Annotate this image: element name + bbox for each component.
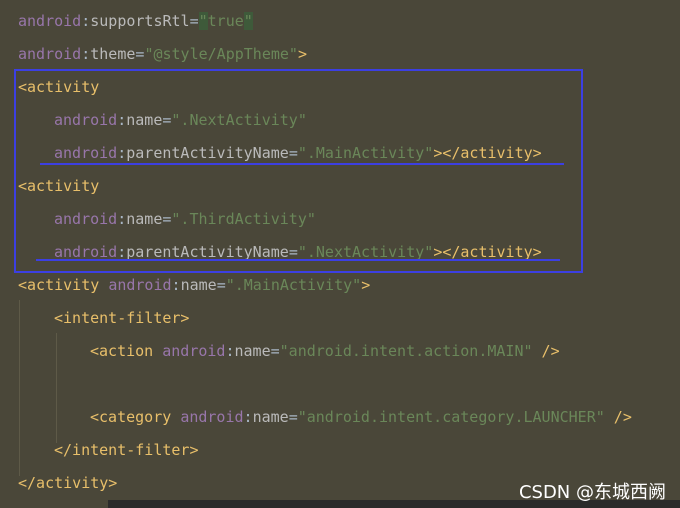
code-token: > [361, 276, 371, 294]
code-token: theme [90, 45, 136, 63]
code-token: android [180, 408, 244, 426]
code-line: android:supportsRtl="true" [18, 10, 253, 32]
code-line: </activity> [18, 472, 117, 494]
code-token: "android.intent.action.MAIN" [279, 342, 533, 360]
code-token: name [252, 408, 289, 426]
code-token: > [297, 45, 307, 63]
indent-guide [56, 333, 57, 443]
code-token: <intent-filter> [54, 309, 190, 327]
code-token: android [162, 342, 226, 360]
code-token: = [270, 342, 280, 360]
code-line: <action android:name="android.intent.act… [90, 340, 560, 362]
code-token: : [243, 408, 253, 426]
code-token: </activity> [18, 474, 118, 492]
code-token: = [216, 276, 226, 294]
code-token: ".MainActivity" [225, 276, 362, 294]
code-line: android:theme="@style/AppTheme"> [18, 43, 307, 65]
code-token: name [180, 276, 217, 294]
annotation-box [14, 69, 583, 273]
code-line: <intent-filter> [54, 307, 189, 329]
code-token: <action [90, 342, 163, 360]
code-token: <activity [18, 276, 109, 294]
code-token: "@style/AppTheme" [144, 45, 298, 63]
code-token: supportsRtl [90, 12, 190, 30]
code-token: android [18, 12, 82, 30]
watermark: CSDN @东城西阙 [518, 482, 666, 503]
code-token: : [81, 12, 91, 30]
code-token: " [198, 12, 208, 30]
annotation-underline [36, 259, 560, 261]
code-line: <activity android:name=".MainActivity"> [18, 274, 370, 296]
annotation-underline [40, 163, 564, 165]
code-token: : [171, 276, 181, 294]
code-line: </intent-filter> [54, 439, 199, 461]
indent-guide [19, 300, 20, 476]
code-token: android [108, 276, 172, 294]
code-token: : [81, 45, 91, 63]
code-token: = [288, 408, 298, 426]
code-token: </intent-filter> [54, 441, 199, 459]
code-token: <category [90, 408, 181, 426]
code-line: <category android:name="android.intent.c… [90, 406, 632, 428]
code-token: = [189, 12, 199, 30]
code-token: " [243, 12, 253, 30]
code-token: name [234, 342, 271, 360]
code-token: : [225, 342, 235, 360]
code-token: /> [604, 408, 632, 426]
code-token: "android.intent.category.LAUNCHER" [297, 408, 605, 426]
code-token: /> [532, 342, 560, 360]
code-token: true [207, 12, 244, 30]
code-token: android [18, 45, 82, 63]
